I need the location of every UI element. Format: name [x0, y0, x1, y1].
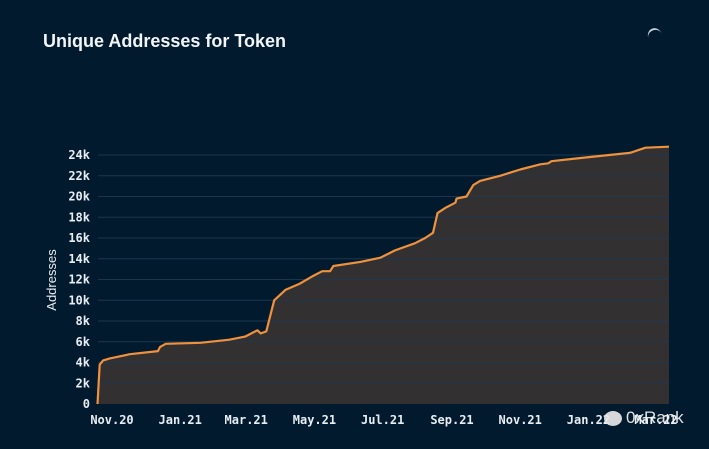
- y-tick-label: 8k: [76, 314, 91, 328]
- y-tick-label: 2k: [76, 376, 91, 390]
- y-tick-label: 24k: [68, 148, 90, 162]
- y-tick-label: 6k: [76, 335, 91, 349]
- wechat-icon: [604, 410, 622, 426]
- y-tick-label: 20k: [68, 190, 90, 204]
- x-tick-label: Nov.20: [90, 413, 133, 427]
- watermark: 0xRank: [604, 408, 684, 428]
- watermark-text: 0xRank: [626, 408, 684, 427]
- y-tick-label: 16k: [68, 231, 90, 245]
- y-tick-label: 10k: [68, 293, 90, 307]
- x-tick-label: Jan.21: [159, 413, 202, 427]
- y-tick-label: 12k: [68, 273, 90, 287]
- y-tick-label: 4k: [76, 356, 91, 370]
- y-tick-label: 18k: [68, 210, 90, 224]
- x-tick-label: Jul.21: [361, 413, 404, 427]
- area-fill: [97, 146, 670, 404]
- chart-panel: Unique Addresses for Token 0 2k 4k 6k 8k 10k 1…: [0, 0, 709, 449]
- area-chart: 0 2k 4k 6k 8k 10k 12k 14k 16k 18k 20k 22k 24k Nov.20 J…: [44, 145, 678, 427]
- y-tick-label: 0: [83, 397, 90, 411]
- y-tick-label: 14k: [68, 252, 90, 266]
- y-tick-label: 22k: [68, 169, 90, 183]
- x-tick-label: Mar.21: [225, 413, 268, 427]
- x-tick-label: Sep.21: [430, 413, 473, 427]
- x-tick-label: May.21: [293, 413, 336, 427]
- y-axis-label: Addresses: [44, 249, 59, 311]
- x-tick-label: Nov.21: [499, 413, 542, 427]
